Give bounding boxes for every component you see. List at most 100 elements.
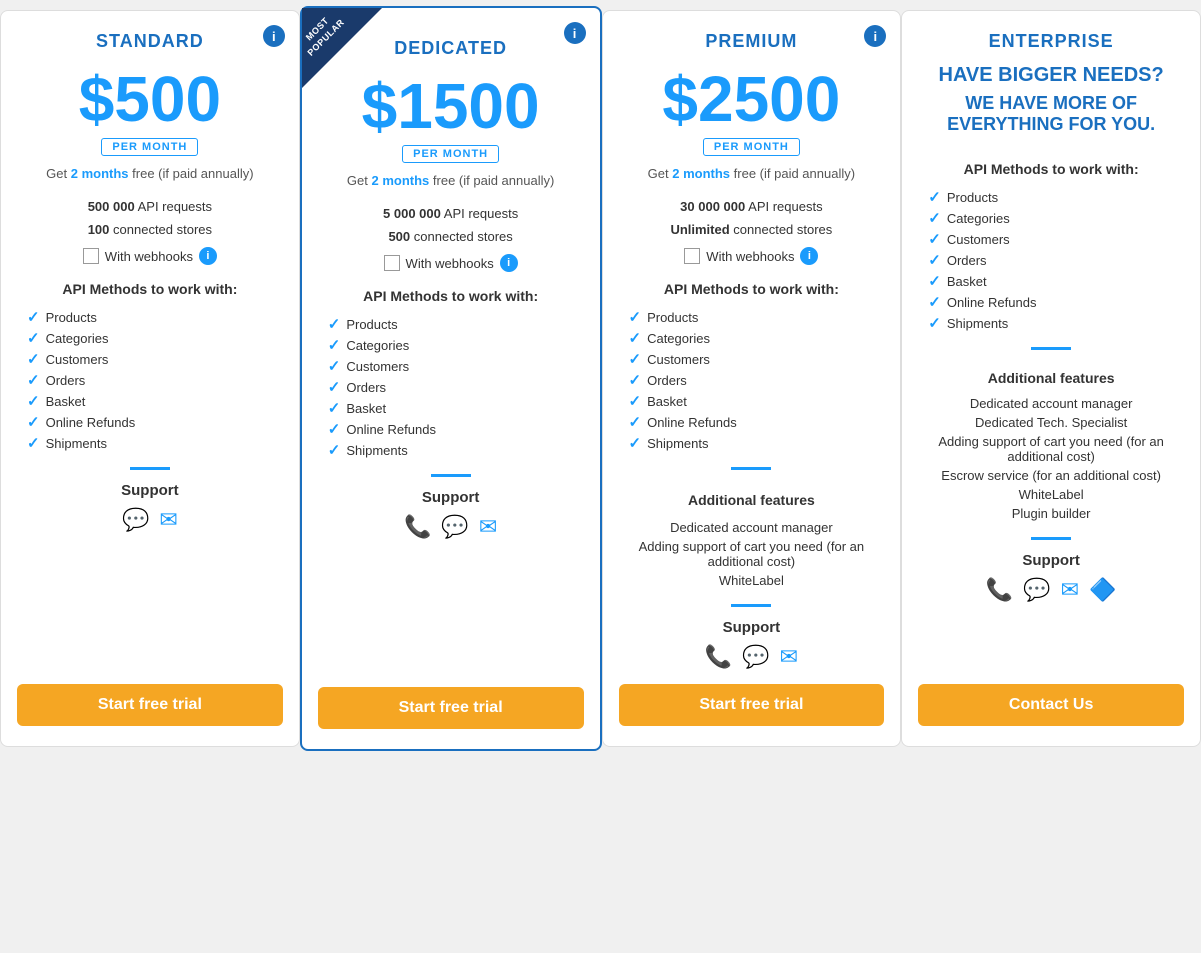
list-item: ✓ Online Refunds (27, 413, 283, 431)
list-item: Plugin builder (918, 506, 1184, 521)
list-item: ✓ Categories (328, 336, 584, 354)
list-item: Adding support of cart you need (for an … (619, 539, 885, 569)
dedicated-trial-button[interactable]: Start free trial (318, 687, 584, 729)
enterprise-api-list: ✓ Products ✓ Categories ✓ Customers ✓ Or… (918, 185, 1184, 335)
dedicated-plan: MOSTPOPULAR DEDICATED i $1500 PER MONTH … (300, 6, 602, 751)
premium-webhook-info[interactable]: i (800, 247, 818, 265)
list-item: ✓ Basket (928, 272, 1184, 290)
check-icon: ✓ (928, 230, 941, 248)
enterprise-additional-list: Dedicated account manager Dedicated Tech… (918, 392, 1184, 525)
premium-api-methods-title: API Methods to work with: (619, 281, 885, 297)
standard-divider (130, 467, 170, 470)
list-item: ✓ Products (629, 308, 885, 326)
standard-support-icons: 💬 ✉ (122, 507, 178, 533)
check-icon: ✓ (328, 378, 341, 396)
premium-support-title: Support (723, 619, 781, 636)
check-icon: ✓ (928, 209, 941, 227)
standard-info-icon[interactable]: i (263, 25, 285, 47)
email-icon: ✉ (159, 507, 177, 533)
list-item: ✓ Online Refunds (928, 293, 1184, 311)
check-icon: ✓ (27, 329, 40, 347)
enterprise-contact-button[interactable]: Contact Us (918, 684, 1184, 726)
list-item: ✓ Orders (328, 378, 584, 396)
premium-api-requests: 30 000 000 API requests (619, 199, 885, 214)
pricing-container: STANDARD i $500 PER MONTH Get 2 months f… (0, 10, 1201, 747)
enterprise-header2: WE HAVE MORE OF EVERYTHING FOR YOU. (918, 93, 1184, 135)
dedicated-stores: 500 connected stores (318, 229, 584, 244)
most-popular-badge: MOSTPOPULAR (302, 8, 382, 88)
premium-webhook-label: With webhooks (706, 249, 794, 264)
dedicated-info-icon[interactable]: i (564, 22, 586, 44)
standard-api-list: ✓ Products ✓ Categories ✓ Customers ✓ Or… (17, 305, 283, 455)
enterprise-plan: ENTERPRISE HAVE BIGGER NEEDS? WE HAVE MO… (901, 10, 1201, 747)
standard-title: STANDARD (96, 31, 204, 52)
list-item: ✓ Categories (27, 329, 283, 347)
standard-webhook-checkbox[interactable] (83, 248, 99, 264)
list-item: ✓ Categories (629, 329, 885, 347)
premium-months: 2 months (672, 166, 730, 181)
email-icon: ✉ (479, 514, 497, 540)
dedicated-webhook-info[interactable]: i (500, 254, 518, 272)
standard-trial-button[interactable]: Start free trial (17, 684, 283, 726)
check-icon: ✓ (27, 434, 40, 452)
list-item: Adding support of cart you need (for an … (918, 434, 1184, 464)
phone-icon: 📞 (705, 644, 732, 670)
check-icon: ✓ (629, 371, 642, 389)
list-item: ✓ Orders (629, 371, 885, 389)
premium-webhook-checkbox[interactable] (684, 248, 700, 264)
dedicated-annual: Get 2 months free (if paid annually) (347, 173, 554, 188)
email-icon: ✉ (1061, 577, 1079, 603)
premium-period: PER MONTH (703, 138, 800, 156)
standard-webhook-info[interactable]: i (199, 247, 217, 265)
premium-info-icon[interactable]: i (864, 25, 886, 47)
check-icon: ✓ (27, 371, 40, 389)
check-icon: ✓ (629, 308, 642, 326)
check-icon: ✓ (328, 336, 341, 354)
standard-stores: 100 connected stores (17, 222, 283, 237)
chat-icon: 💬 (441, 514, 468, 540)
check-icon: ✓ (629, 329, 642, 347)
list-item: WhiteLabel (918, 487, 1184, 502)
list-item: Dedicated Tech. Specialist (918, 415, 1184, 430)
check-icon: ✓ (328, 441, 341, 459)
check-icon: ✓ (928, 272, 941, 290)
dedicated-price: $1500 (362, 71, 540, 141)
email-icon: ✉ (780, 644, 798, 670)
premium-trial-button[interactable]: Start free trial (619, 684, 885, 726)
premium-webhooks: With webhooks i (684, 247, 818, 265)
check-icon: ✓ (629, 392, 642, 410)
chat-icon: 💬 (122, 507, 149, 533)
list-item: Escrow service (for an additional cost) (918, 468, 1184, 483)
check-icon: ✓ (928, 188, 941, 206)
enterprise-divider2 (1031, 537, 1071, 540)
enterprise-divider1 (1031, 347, 1071, 350)
check-icon: ✓ (328, 399, 341, 417)
premium-price: $2500 (662, 64, 840, 134)
dedicated-api-requests: 5 000 000 API requests (318, 206, 584, 221)
dedicated-support-icons: 📞 💬 ✉ (404, 514, 497, 540)
standard-support-title: Support (121, 482, 179, 499)
dedicated-months: 2 months (372, 173, 430, 188)
chat-icon: 💬 (742, 644, 769, 670)
most-popular-text: MOSTPOPULAR (302, 8, 350, 62)
enterprise-support-title: Support (1022, 552, 1080, 569)
check-icon: ✓ (629, 350, 642, 368)
list-item: ✓ Shipments (928, 314, 1184, 332)
dedicated-webhook-checkbox[interactable] (384, 255, 400, 271)
standard-api-methods-title: API Methods to work with: (17, 281, 283, 297)
standard-annual: Get 2 months free (if paid annually) (46, 166, 253, 181)
dedicated-webhooks: With webhooks i (384, 254, 518, 272)
check-icon: ✓ (629, 413, 642, 431)
premium-api-list: ✓ Products ✓ Categories ✓ Customers ✓ Or… (619, 305, 885, 455)
list-item: ✓ Online Refunds (328, 420, 584, 438)
enterprise-support-icons: 📞 💬 ✉ 🔷 (986, 577, 1117, 603)
list-item: ✓ Orders (928, 251, 1184, 269)
premium-title: PREMIUM (705, 31, 797, 52)
check-icon: ✓ (928, 314, 941, 332)
premium-additional-title: Additional features (619, 492, 885, 508)
standard-webhook-label: With webhooks (105, 249, 193, 264)
check-icon: ✓ (328, 420, 341, 438)
check-icon: ✓ (328, 315, 341, 333)
standard-webhooks: With webhooks i (83, 247, 217, 265)
phone-icon: 📞 (986, 577, 1013, 603)
